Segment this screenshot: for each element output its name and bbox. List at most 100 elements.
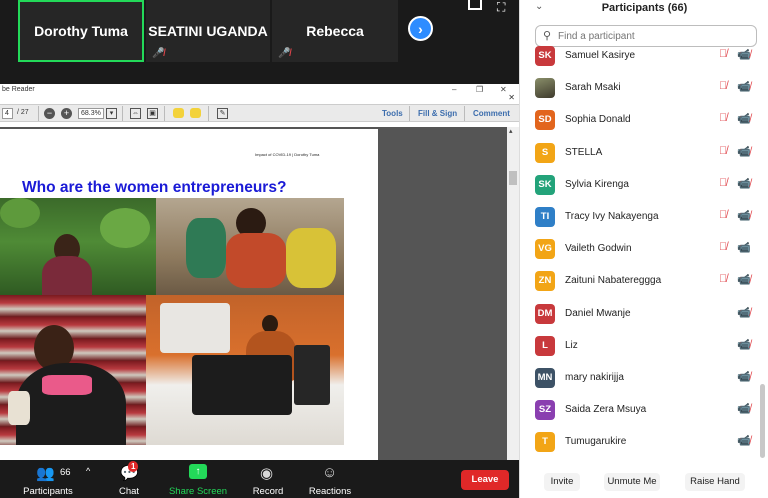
tools-link[interactable]: Tools [382,109,403,118]
participant-row[interactable]: DM Daniel Mwanje 📹̸ [520,300,758,332]
pdf-scroll-thumb[interactable] [509,171,517,185]
muted-mic-icon[interactable]: 🎙̸ [719,177,727,189]
participant-row[interactable]: SK Sylvia Kirenga 🎙̸ 📹̸ [520,171,758,203]
fullscreen-icon[interactable]: ⛶ [497,0,505,15]
pdf-page: Impact of COVID-19 | Dorothy Tuma Who ar… [0,129,378,460]
video-off-icon[interactable]: 📹̸ [737,209,751,222]
invite-button[interactable]: Invite [544,473,580,491]
participant-name: Samuel Kasirye [565,50,636,61]
participant-name: STELLA [565,146,603,158]
avatar [535,78,555,99]
participant-list: SK Samuel Kasirye 🎙̸ 📹̸ Sarah Msaki 🎙̸ 📹̸ SD Sop… [520,42,758,460]
scroll-up-icon[interactable]: ▴ [509,127,513,135]
video-off-icon[interactable]: 📹̸ [737,273,751,286]
page-total: / 27 [17,109,29,116]
participant-row[interactable]: ZN Zaituni Nabatereggga 🎙̸ 📹̸ [520,267,758,299]
participant-row[interactable]: SD Sophia Donald 🎙̸ 📹̸ [520,106,758,138]
minimize-icon[interactable]: – [452,84,456,95]
participants-count: 66 [60,467,71,478]
video-off-icon[interactable]: 📹̸ [737,370,751,383]
video-off-icon[interactable]: 📹̸ [737,112,751,125]
video-thumbnail[interactable]: SEATINI UGANDA 🎤̸ [146,0,270,62]
muted-mic-icon[interactable]: 🎙̸ [719,273,727,285]
video-on-icon[interactable]: 📹 [737,241,751,254]
video-off-icon[interactable]: 📹̸ [737,434,751,447]
sign-tool-icon[interactable]: ✎ [217,108,228,119]
chat-button[interactable]: 💬 1 Chat [112,460,146,498]
pdf-viewport[interactable]: Impact of COVID-19 | Dorothy Tuma Who ar… [0,127,519,460]
fill-sign-link[interactable]: Fill & Sign [418,109,457,118]
muted-mic-icon[interactable]: 🎙̸ [719,145,727,157]
participants-panel: ⌄ Participants (66) ⚲ SK Samuel Kasirye 🎙̸… [519,0,768,498]
muted-mic-icon[interactable]: 🎙̸ [719,80,727,92]
unmute-me-button[interactable]: Unmute Me [604,473,660,491]
panel-title: Participants (66) [601,2,688,14]
highlight-icon[interactable] [190,108,201,118]
view-mode-icon[interactable] [468,0,482,10]
panel-scrollbar[interactable] [760,384,765,458]
video-off-icon[interactable]: 📹̸ [737,145,751,158]
avatar: SK [535,46,555,66]
page-number-input[interactable]: 4 [2,108,13,119]
participant-row[interactable]: SK Samuel Kasirye 🎙̸ 📹̸ [520,42,758,74]
participants-button[interactable]: 👥 Participants [18,460,78,498]
video-off-icon[interactable]: 📹̸ [737,48,751,61]
muted-mic-icon[interactable]: 🎙̸ [719,241,727,253]
share-screen-button[interactable]: ↑ Share Screen [166,460,230,498]
participant-row[interactable]: L Liz 📹̸ [520,332,758,364]
participant-row[interactable]: S STELLA 🎙̸ 📹̸ [520,139,758,171]
participant-name: Vaileth Godwin [565,243,632,255]
avatar: TI [535,207,555,227]
next-page-arrow-icon[interactable]: › [408,16,433,41]
participant-row[interactable]: TI Tracy Ivy Nakayenga 🎙̸ 📹̸ [520,203,758,235]
fit-width-icon[interactable]: ⇔ [130,108,141,119]
leave-button[interactable]: Leave [461,470,509,490]
window-title: be Reader [2,86,35,93]
video-off-icon[interactable]: 📹̸ [737,338,751,351]
avatar: L [535,335,555,356]
raise-hand-button[interactable]: Raise Hand [685,473,745,491]
muted-mic-icon: 🎤̸ [152,48,165,59]
video-off-icon[interactable]: 📹̸ [737,177,751,190]
comment-link[interactable]: Comment [473,109,510,118]
participant-row[interactable]: SZ Saida Zera Msuya 📹̸ [520,396,758,428]
participant-row[interactable]: Sarah Msaki 🎙̸ 📹̸ [520,74,758,106]
close-icon[interactable]: ✕ [500,84,507,95]
pdf-scrollbar[interactable]: ▴ [507,127,519,460]
video-off-icon[interactable]: 📹̸ [737,402,751,415]
participant-name: Daniel Mwanje [565,307,631,319]
video-off-icon[interactable]: 📹̸ [737,306,751,319]
participant-name: Tracy Ivy Nakayenga [565,211,659,222]
pdf-heading: Who are the women entrepreneurs? [22,179,287,196]
zoom-out-icon[interactable]: − [44,108,55,119]
restore-icon[interactable]: ❐ [476,84,483,95]
video-thumbnail[interactable]: Rebecca 🎤̸ [272,0,398,62]
adobe-reader-window: be Reader – ❐ ✕ ✕ 4 / 27 − + 68.3% ▾ ⇔ ▣ [0,84,519,460]
zoom-in-icon[interactable]: + [61,108,72,119]
participant-name: Liz [565,339,578,351]
close-document-icon[interactable]: ✕ [508,93,515,102]
thumbnail-name: Dorothy Tuma [34,23,128,39]
video-off-icon[interactable]: 📹̸ [737,80,751,93]
participant-name: Sarah Msaki [565,82,621,94]
fit-page-icon[interactable]: ▣ [147,108,158,119]
muted-mic-icon[interactable]: 🎙̸ [719,48,727,60]
muted-mic-icon[interactable]: 🎙̸ [719,209,727,221]
participant-row[interactable]: T Tumugarukire 📹̸ [520,428,758,460]
sticky-note-icon[interactable] [173,108,184,118]
participant-row[interactable]: VG Vaileth Godwin 🎙̸ 📹 [520,235,758,267]
muted-mic-icon[interactable]: 🎙̸ [719,112,727,124]
reactions-button[interactable]: ☺ Reactions [306,460,354,498]
toolbar-separator [464,106,465,121]
participant-name: Sophia Donald [565,114,631,126]
thumbnail-name: SEATINI UGANDA [148,23,268,39]
participants-caret-icon[interactable]: ^ [86,466,90,476]
zoom-dropdown-icon[interactable]: ▾ [106,108,117,119]
zoom-level-field[interactable]: 68.3% [78,108,104,119]
video-thumbnail[interactable]: Dorothy Tuma [18,0,144,62]
record-button[interactable]: ◉ Record [248,460,288,498]
adobe-toolbar: 4 / 27 − + 68.3% ▾ ⇔ ▣ ✎ Tools Fill & Si… [0,104,519,122]
toolbar-separator [208,106,209,121]
participant-row[interactable]: MN mary nakirijja 📹̸ [520,364,758,396]
thumbnail-name: Rebecca [306,23,364,39]
